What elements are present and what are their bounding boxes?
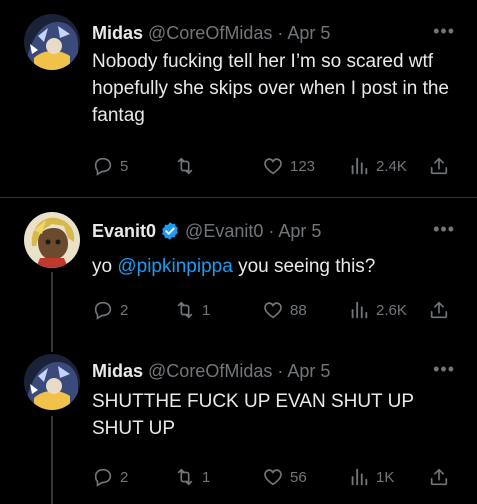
tweet-text: yo @pipkinpippa you seeing this?	[92, 253, 462, 280]
author-handle[interactable]: @CoreOfMidas	[148, 23, 272, 43]
reply-count: 2	[120, 468, 129, 486]
tweet-text: SHUTTHE FUCK UP EVAN SHUT UP SHUT UP	[92, 391, 414, 439]
timestamp[interactable]: Apr 5	[287, 23, 330, 43]
author-name[interactable]: Evanit0	[92, 221, 156, 241]
tweet-2[interactable]: Evanit0 @Evanit0 · Apr 5 ••• yo @pipkinp…	[0, 198, 477, 342]
like-button[interactable]: 56	[262, 466, 307, 488]
retweet-button[interactable]	[174, 155, 202, 177]
like-count: 88	[290, 301, 307, 319]
avatar[interactable]	[24, 354, 80, 410]
views-count: 2.6K	[376, 301, 407, 319]
views-count: 1K	[376, 468, 395, 486]
like-icon	[264, 302, 282, 319]
timestamp[interactable]: Apr 5	[278, 221, 321, 241]
tweet-3[interactable]: Midas @CoreOfMidas · Apr 5 ••• SHUTTHE F…	[0, 338, 477, 504]
reply-icon	[94, 468, 112, 487]
author-handle[interactable]: @Evanit0	[185, 221, 263, 241]
views-button[interactable]: 2.4K	[348, 155, 407, 177]
action-bar: 2 1 56 1K	[92, 466, 462, 490]
more-icon[interactable]: •••	[433, 359, 455, 380]
more-icon[interactable]: •••	[433, 21, 455, 42]
retweet-count: 1	[202, 301, 211, 319]
timestamp[interactable]: Apr 5	[287, 361, 330, 381]
views-icon	[351, 468, 368, 486]
like-icon	[264, 469, 282, 486]
reply-button[interactable]: 2	[92, 466, 128, 488]
retweet-icon	[177, 468, 193, 486]
share-icon	[430, 301, 448, 319]
separator: ·	[268, 221, 275, 241]
avatar[interactable]	[24, 14, 80, 70]
share-button[interactable]	[428, 155, 450, 177]
thread-line	[51, 416, 53, 504]
author-name[interactable]: Midas	[92, 23, 143, 43]
share-icon	[430, 157, 448, 175]
avatar[interactable]	[24, 212, 80, 268]
like-count: 123	[290, 157, 316, 175]
views-button[interactable]: 2.6K	[348, 299, 407, 321]
retweet-icon	[177, 301, 193, 319]
retweet-icon	[177, 157, 193, 175]
author-handle[interactable]: @CoreOfMidas	[148, 361, 272, 381]
separator: ·	[277, 23, 284, 43]
text-prefix: yo	[92, 256, 113, 277]
mention-link[interactable]: @pipkinpippa	[117, 256, 232, 277]
thread-line	[51, 338, 53, 352]
retweet-count: 1	[202, 468, 211, 486]
views-icon	[351, 301, 368, 319]
reply-button[interactable]: 5	[92, 155, 128, 177]
like-button[interactable]: 123	[262, 155, 315, 177]
separator: ·	[277, 361, 284, 381]
reply-icon	[94, 157, 112, 176]
reply-count: 5	[120, 157, 129, 175]
thread-line	[51, 272, 53, 342]
more-icon[interactable]: •••	[433, 219, 455, 240]
author-name[interactable]: Midas	[92, 361, 143, 381]
reply-button[interactable]: 2	[92, 299, 128, 321]
text-suffix: you seeing this?	[238, 256, 376, 277]
retweet-button[interactable]: 1	[174, 299, 210, 321]
retweet-button[interactable]: 1	[174, 466, 210, 488]
like-icon	[264, 158, 282, 175]
tweet-1[interactable]: Midas @CoreOfMidas · Apr 5 ••• Nobody fu…	[0, 0, 477, 197]
action-bar: 2 1 88 2.6K	[92, 299, 462, 323]
verified-badge-icon	[162, 222, 178, 240]
views-icon	[351, 157, 368, 175]
views-count: 2.4K	[376, 157, 407, 175]
views-button[interactable]: 1K	[348, 466, 394, 488]
tweet-text: Nobody fucking tell her I’m so scared wt…	[92, 51, 449, 126]
like-count: 56	[290, 468, 307, 486]
reply-count: 2	[120, 301, 129, 319]
like-button[interactable]: 88	[262, 299, 307, 321]
share-button[interactable]	[428, 466, 450, 488]
share-button[interactable]	[428, 299, 450, 321]
action-bar: 5 123 2.4K	[92, 155, 462, 179]
share-icon	[430, 468, 448, 486]
reply-icon	[94, 301, 112, 320]
